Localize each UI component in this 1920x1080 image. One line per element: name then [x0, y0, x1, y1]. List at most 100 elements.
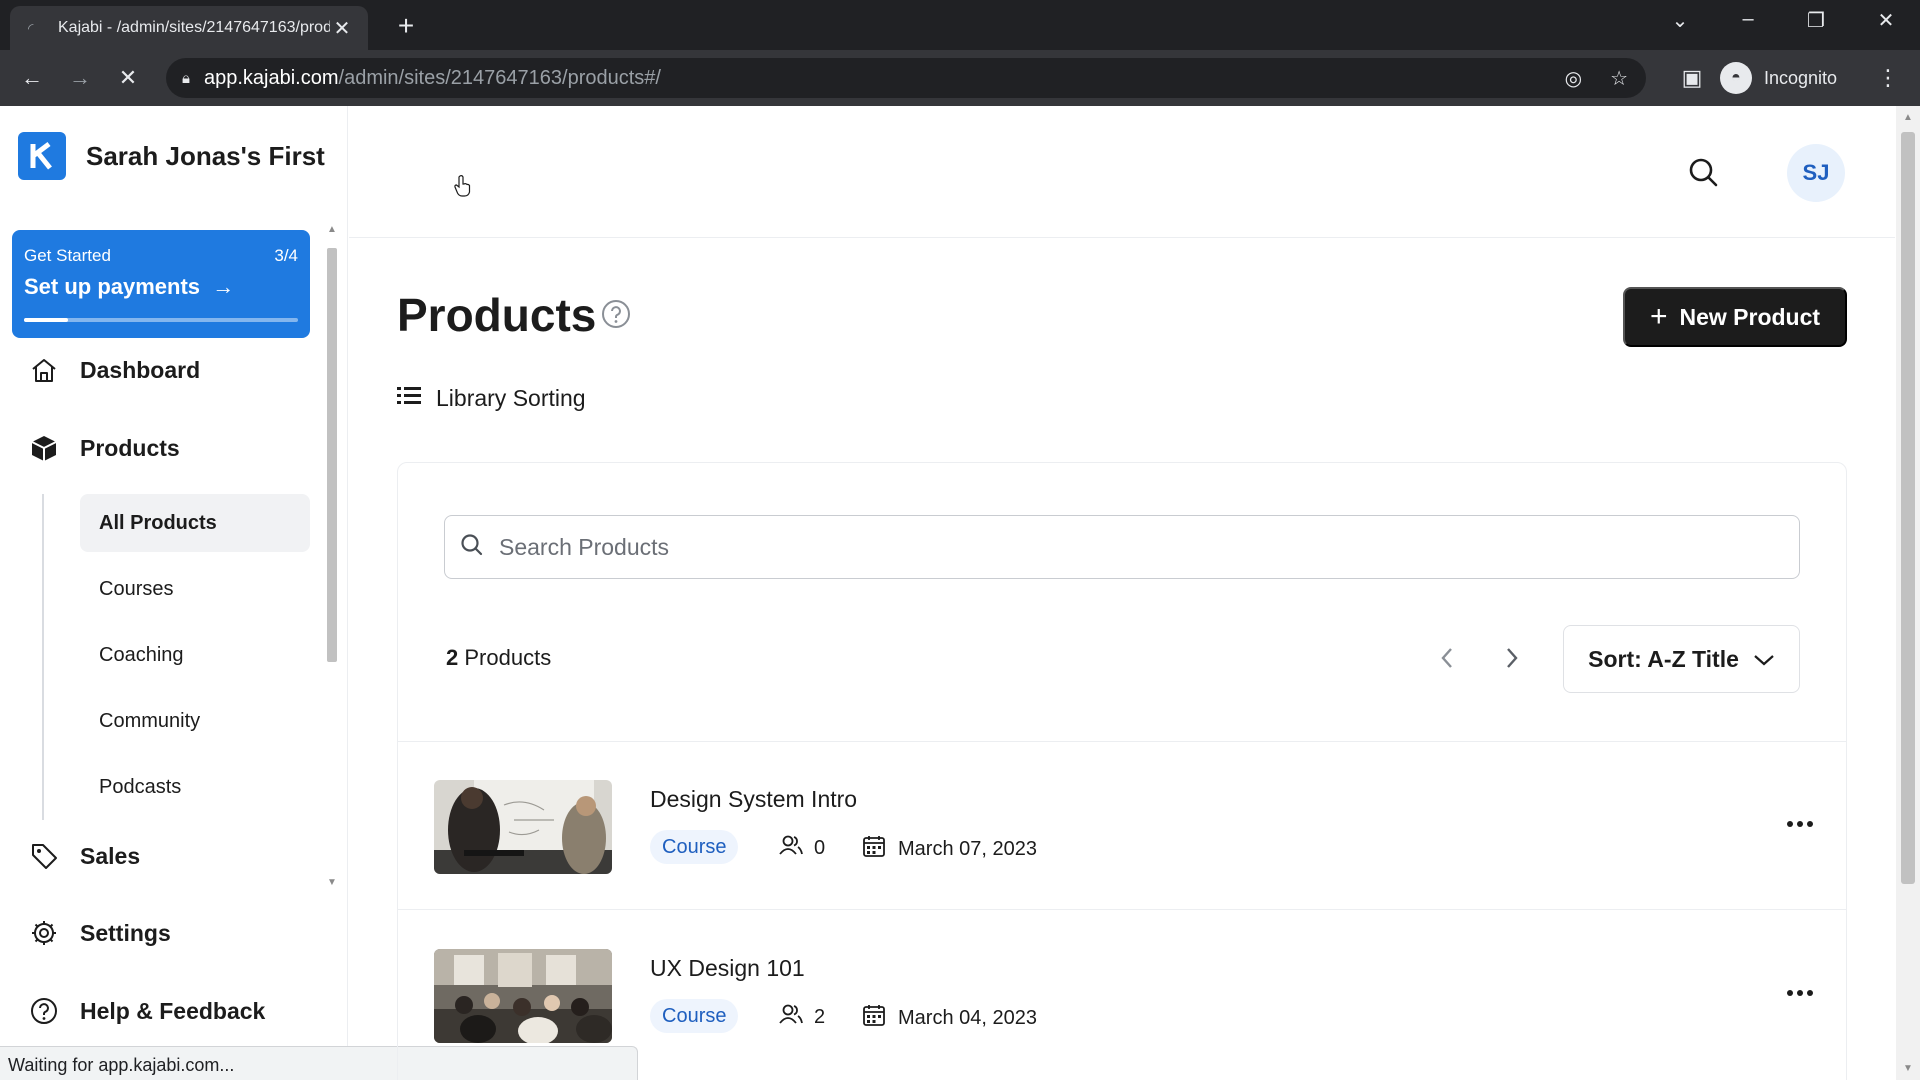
search-products-input[interactable]	[499, 533, 1699, 561]
products-count: 2 Products	[446, 645, 551, 671]
sidebar-subitem-podcasts[interactable]: Podcasts	[80, 758, 310, 816]
get-started-progress: 3/4	[274, 246, 298, 265]
products-count-label: Products	[464, 645, 552, 670]
members-count: 2	[814, 1005, 826, 1028]
sidebar-item-label: Dashboard	[80, 356, 201, 383]
divider	[398, 909, 1846, 910]
tab-search-chevron-icon[interactable]: ⌄	[1660, 8, 1700, 33]
product-title[interactable]: Design System Intro	[650, 786, 857, 813]
browser-toolbar: ← → ✕ 🔒︎ app.kajabi.com/admin/sites/2147…	[0, 50, 1920, 106]
tag-icon	[28, 840, 60, 872]
page-title: Products	[397, 289, 597, 341]
sidebar-subitem-community[interactable]: Community	[80, 692, 310, 750]
browser-tab[interactable]: ◜ Kajabi - /admin/sites/2147647163/produ…	[10, 6, 368, 50]
eye-off-icon[interactable]: ◎	[1565, 66, 1582, 91]
sidebar-item-label: Sales	[80, 842, 141, 869]
products-count-number: 2	[446, 645, 459, 670]
product-date: March 07, 2023	[862, 834, 1037, 864]
previous-page-chevron-icon[interactable]	[1430, 641, 1464, 675]
site-name: Sarah Jonas's First	[86, 140, 325, 171]
library-sorting-link[interactable]: Library Sorting	[396, 384, 586, 412]
question-circle-icon[interactable]	[600, 298, 632, 330]
product-row[interactable]: UX Design 101 Course 2 March 04, 2023	[398, 911, 1846, 1079]
sidebar-item-dashboard[interactable]: Dashboard	[28, 354, 200, 386]
tab-close-icon[interactable]: ✕	[330, 16, 354, 41]
tab-title: Kajabi - /admin/sites/2147647163/product…	[58, 19, 330, 36]
lock-icon[interactable]: 🔒︎	[182, 70, 190, 87]
window-close-icon[interactable]: ✕	[1866, 8, 1906, 33]
arrow-right-icon: →	[206, 274, 235, 299]
get-started-progress-fill	[24, 318, 68, 322]
members-count: 0	[814, 836, 826, 859]
plus-icon: +	[1649, 300, 1668, 333]
sidebar-item-help[interactable]: Help & Feedback	[28, 995, 265, 1027]
product-title[interactable]: UX Design 101	[650, 955, 805, 982]
sidebar-item-label: Products	[80, 434, 180, 461]
scroll-up-icon[interactable]: ▲	[1896, 112, 1920, 123]
loading-spinner-icon: ◜	[28, 20, 34, 36]
site-brand[interactable]: Sarah Jonas's First	[18, 132, 325, 180]
product-thumbnail[interactable]	[434, 949, 612, 1043]
incognito-profile[interactable]: ◓ Incognito	[1720, 60, 1837, 96]
more-options-icon[interactable]	[1782, 979, 1818, 1007]
get-started-task: Set up payments	[24, 274, 201, 299]
search-products-field[interactable]	[444, 515, 1800, 579]
scroll-down-icon[interactable]: ▼	[324, 877, 340, 888]
products-card: 2 Products Sort: A-Z Title	[397, 462, 1847, 1080]
scroll-down-icon[interactable]: ▼	[1896, 1063, 1920, 1074]
browser-menu-icon[interactable]: ⋮	[1872, 62, 1904, 94]
product-type-badge: Course	[650, 999, 739, 1033]
calendar-icon	[862, 1003, 886, 1033]
home-icon	[28, 354, 60, 386]
sidebar-subitem-coaching[interactable]: Coaching	[80, 626, 310, 684]
help-circle-icon	[28, 995, 60, 1027]
new-product-label: New Product	[1679, 303, 1821, 330]
sidebar-scrollbar[interactable]: ▲ ▼	[324, 224, 340, 888]
product-members: 0	[778, 834, 825, 862]
sidebar-item-sales[interactable]: Sales	[28, 840, 140, 872]
new-tab-icon[interactable]: +	[390, 10, 422, 42]
search-icon[interactable]	[1685, 154, 1723, 192]
new-product-button[interactable]: + New Product	[1623, 287, 1847, 347]
sidebar-subitem-all-products[interactable]: All Products	[80, 494, 310, 552]
gear-icon	[28, 917, 60, 949]
top-header: SJ	[349, 106, 1895, 238]
bookmark-star-icon[interactable]: ☆	[1610, 66, 1628, 91]
url-host: app.kajabi.com	[203, 66, 339, 89]
product-members: 2	[778, 1003, 825, 1031]
page-scrollbar[interactable]: ▲ ▼	[1896, 106, 1920, 1080]
stop-loading-icon[interactable]: ✕	[112, 62, 144, 94]
library-sorting-label: Library Sorting	[436, 384, 586, 411]
sidebar-scroll-thumb[interactable]	[327, 248, 337, 662]
next-page-chevron-icon[interactable]	[1495, 641, 1529, 675]
sort-label: Sort: A-Z Title	[1588, 645, 1739, 672]
restore-icon[interactable]: ❐	[1796, 8, 1836, 33]
more-options-icon[interactable]	[1782, 810, 1818, 838]
sidebar-item-label: Settings	[80, 919, 171, 946]
side-panel-icon[interactable]: ▣	[1676, 62, 1708, 94]
sidebar-item-settings[interactable]: Settings	[28, 917, 171, 949]
sidebar-item-label: Help & Feedback	[80, 997, 266, 1024]
search-icon	[459, 532, 485, 563]
scroll-up-icon[interactable]: ▲	[324, 224, 340, 235]
sort-dropdown[interactable]: Sort: A-Z Title	[1563, 625, 1800, 693]
minimize-icon[interactable]: –	[1728, 8, 1768, 31]
forward-arrow-icon[interactable]: →	[64, 62, 96, 94]
product-thumbnail[interactable]	[434, 780, 612, 874]
address-bar[interactable]: 🔒︎ app.kajabi.com/admin/sites/2147647163…	[166, 58, 1646, 98]
sidebar-item-products[interactable]: Products	[28, 432, 180, 464]
sidebar: Sarah Jonas's First Get Started 3/4 Set …	[0, 106, 348, 1080]
date-text: March 04, 2023	[898, 1006, 1037, 1029]
page-scroll-thumb[interactable]	[1901, 132, 1915, 884]
get-started-progress-bar	[24, 318, 298, 322]
back-arrow-icon[interactable]: ←	[16, 62, 48, 94]
browser-tabstrip: ◜ Kajabi - /admin/sites/2147647163/produ…	[0, 0, 1920, 50]
kajabi-logo-icon	[18, 132, 66, 180]
product-row[interactable]: Design System Intro Course 0 March 07, 2…	[398, 742, 1846, 910]
avatar[interactable]: SJ	[1787, 144, 1845, 202]
product-date: March 04, 2023	[862, 1003, 1037, 1033]
sidebar-subitem-courses[interactable]: Courses	[80, 560, 310, 618]
incognito-label: Incognito	[1764, 67, 1838, 88]
date-text: March 07, 2023	[898, 837, 1037, 860]
get-started-card[interactable]: Get Started 3/4 Set up payments →	[12, 230, 310, 338]
